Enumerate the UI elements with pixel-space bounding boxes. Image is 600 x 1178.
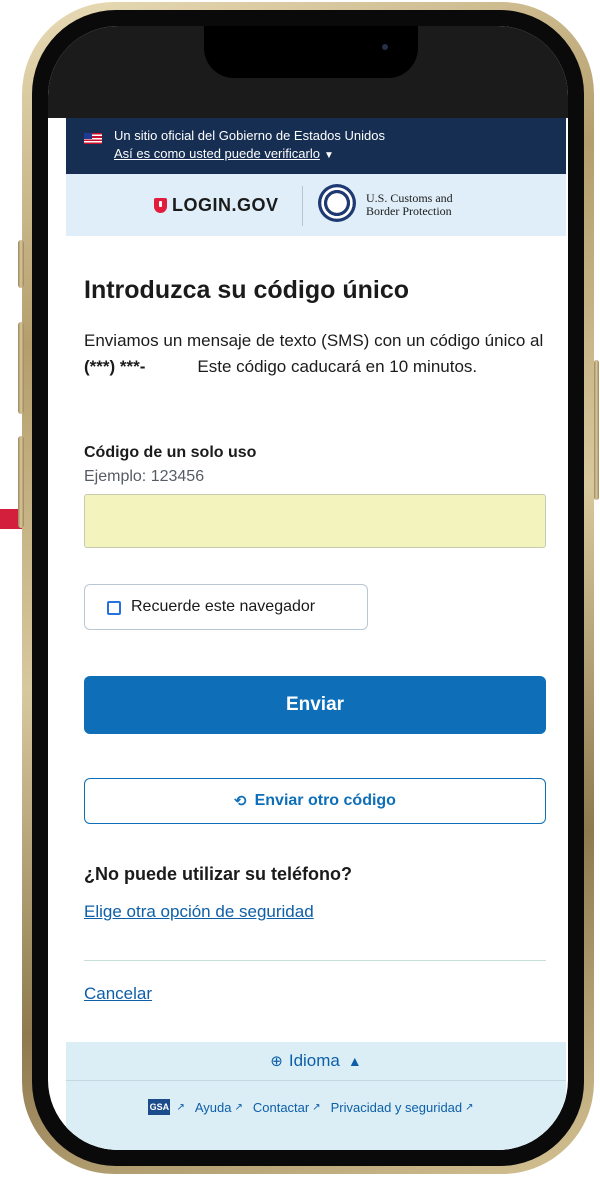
submit-button-label: Enviar [285,694,345,715]
resend-code-button[interactable]: ⟲ Enviar otro código [84,778,546,824]
gov-banner: Un sitio oficial del Gobierno de Estados… [66,118,566,174]
phone-screen: Un sitio oficial del Gobierno de Estados… [48,26,568,1150]
globe-icon: ⊕ [270,1053,283,1070]
remember-browser-label: Recuerde este navegador [131,598,316,615]
dhs-seal-icon [318,184,356,222]
login-gov-logo: LOGIN.GOV [172,195,279,215]
remember-browser-option[interactable]: Recuerde este navegador [84,584,368,630]
sync-icon: ⟲ [234,793,247,810]
language-selector[interactable]: ⊕ Idioma ▲ [66,1042,566,1080]
dynamic-island [204,26,418,78]
phone-silent-switch [18,240,24,288]
external-link-icon: ↗ [465,1101,474,1113]
chevron-down-icon: ▼ [323,150,334,161]
external-link-icon: ↗ [234,1101,243,1113]
instructions-text: Enviamos un mensaje de texto (SMS) con u… [84,328,550,380]
chevron-up-icon: ▲ [347,1053,362,1069]
logo-divider [302,186,303,226]
resend-code-label: Enviar otro código [254,792,396,809]
instructions-part2: Este código caducará en 10 minutos. [197,357,478,376]
login-shield-icon [154,198,167,213]
footer: GSA ↗ Ayuda ↗ Contactar ↗ Privacidad y segu… [66,1080,566,1150]
external-link-icon: ↗ [312,1101,321,1113]
phone-volume-up [18,322,24,414]
footer-link-help[interactable]: Ayuda [195,1100,232,1115]
footer-link-contact[interactable]: Contactar [253,1100,309,1115]
choose-other-option-link[interactable]: Elige otra opción de seguridad [84,902,314,922]
submit-button[interactable]: Enviar [84,676,546,734]
agency-name: U.S. Customs and Border Protection [366,192,453,218]
cant-use-phone-heading: ¿No puede utilizar su teléfono? [84,864,353,884]
gsa-logo[interactable]: GSA [148,1099,171,1115]
external-link-icon: ↗ [176,1101,185,1113]
code-field-hint: Ejemplo: 123456 [84,468,205,485]
instructions-part1: Enviamos un mensaje de texto (SMS) con u… [84,331,544,350]
footer-links: GSA ↗ Ayuda ↗ Contactar ↗ Privacidad y segu… [66,1099,566,1115]
phone-power-button [594,360,599,500]
phone-volume-down [18,436,24,528]
gov-banner-verify-link[interactable]: Así es como usted puede verificarlo ▼ [114,146,334,161]
us-flag-icon [84,133,102,144]
footer-link-privacy[interactable]: Privacidad y seguridad [331,1100,463,1115]
one-time-code-input[interactable] [84,494,546,548]
gov-banner-verify-label: Así es como usted puede verificarlo [114,146,320,161]
divider [84,960,546,961]
page-title: Introduzca su código único [84,276,409,304]
language-label: Idioma [288,1051,340,1070]
logo-bar: LOGIN.GOV U.S. Customs and Border Protec… [66,174,566,236]
cancel-link[interactable]: Cancelar [84,984,152,1004]
code-field-label: Código de un solo uso [84,444,257,461]
remember-browser-checkbox[interactable] [107,601,121,615]
web-page: Un sitio oficial del Gobierno de Estados… [66,118,566,1150]
camera-icon [382,44,388,50]
agency-name-line2: Border Protection [366,204,452,218]
masked-phone-number: (***) ***- [84,357,146,376]
gov-banner-text: Un sitio oficial del Gobierno de Estados… [114,128,385,143]
